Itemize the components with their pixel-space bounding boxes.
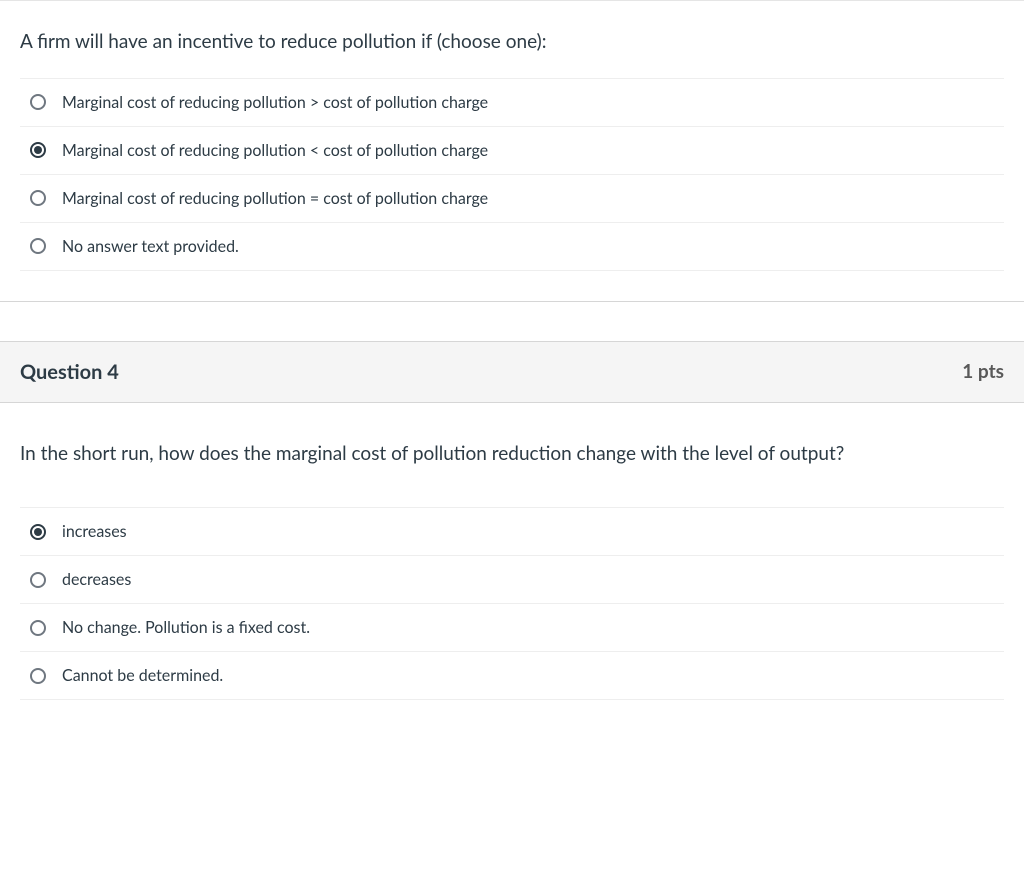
option-row[interactable]: decreases <box>20 555 1004 603</box>
option-row[interactable]: Marginal cost of reducing pollution < co… <box>20 126 1004 174</box>
radio-icon[interactable] <box>30 142 46 158</box>
radio-icon[interactable] <box>30 190 46 206</box>
option-label: Cannot be determined. <box>62 666 223 685</box>
option-label: Marginal cost of reducing pollution > co… <box>62 93 488 112</box>
option-row[interactable]: increases <box>20 507 1004 555</box>
question-prompt: In the short run, how does the marginal … <box>0 403 1024 498</box>
radio-icon[interactable] <box>30 94 46 110</box>
option-label: increases <box>62 522 127 541</box>
option-label: Marginal cost of reducing pollution < co… <box>62 141 488 160</box>
options-group: increases decreases No change. Pollution… <box>20 507 1004 700</box>
radio-icon[interactable] <box>30 524 46 540</box>
option-label: No answer text provided. <box>62 237 239 256</box>
question-block-1: A firm will have an incentive to reduce … <box>0 0 1024 271</box>
radio-icon[interactable] <box>30 572 46 588</box>
option-label: decreases <box>62 570 131 589</box>
option-row[interactable]: Cannot be determined. <box>20 651 1004 700</box>
question-points: 1 pts <box>962 360 1004 383</box>
question-prompt: A firm will have an incentive to reduce … <box>0 1 1024 78</box>
options-group: Marginal cost of reducing pollution > co… <box>20 78 1004 271</box>
option-row[interactable]: Marginal cost of reducing pollution = co… <box>20 174 1004 222</box>
block-separator <box>0 301 1024 341</box>
option-row[interactable]: No change. Pollution is a fixed cost. <box>20 603 1004 651</box>
option-row[interactable]: No answer text provided. <box>20 222 1004 271</box>
radio-icon[interactable] <box>30 238 46 254</box>
question-block-2: Question 4 1 pts In the short run, how d… <box>0 341 1024 701</box>
option-label: Marginal cost of reducing pollution = co… <box>62 189 488 208</box>
radio-icon[interactable] <box>30 668 46 684</box>
question-header: Question 4 1 pts <box>0 341 1024 403</box>
option-row[interactable]: Marginal cost of reducing pollution > co… <box>20 78 1004 126</box>
option-label: No change. Pollution is a fixed cost. <box>62 618 310 637</box>
question-title: Question 4 <box>20 360 119 384</box>
radio-icon[interactable] <box>30 620 46 636</box>
